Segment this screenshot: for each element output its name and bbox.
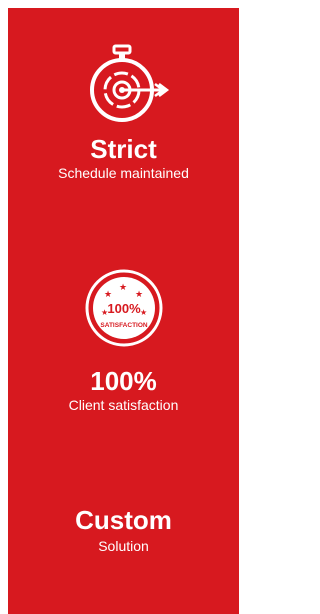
svg-text:★: ★ [135, 290, 143, 300]
feature-headline: 100% [90, 366, 157, 396]
feature-subtitle: Solution [98, 538, 149, 554]
satisfaction-badge-icon: ★ ★ ★ ★ ★ 100% SATISFACTION [85, 269, 162, 347]
feature-headline: Custom [75, 505, 172, 535]
feature-satisfaction: ★ ★ ★ ★ ★ 100% SATISFACTION 100% Client … [8, 268, 239, 414]
feature-subtitle: Client satisfaction [68, 397, 179, 413]
badge-percent: 100% [107, 301, 141, 316]
svg-text:★: ★ [140, 308, 147, 317]
stopwatch-target-icon [89, 44, 169, 122]
svg-text:★: ★ [104, 290, 112, 300]
badge-text: SATISFACTION [100, 322, 147, 329]
feature-subtitle: Schedule maintained [58, 165, 189, 181]
svg-text:★: ★ [119, 283, 127, 293]
feature-schedule: Strict Schedule maintained [8, 44, 239, 182]
feature-headline: Strict [90, 134, 157, 164]
feature-custom: Custom Solution [8, 505, 239, 555]
features-panel: Strict Schedule maintained ★ ★ ★ ★ ★ 100… [8, 8, 239, 614]
